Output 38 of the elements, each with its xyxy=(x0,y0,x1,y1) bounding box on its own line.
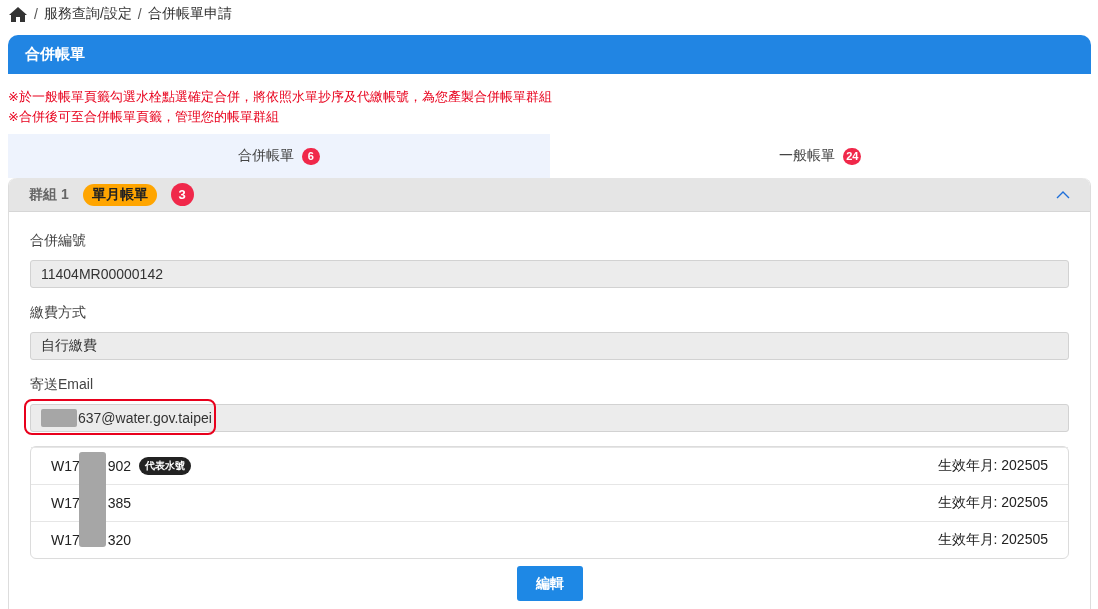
effective-date: 生效年月: 202505 xyxy=(937,457,1048,475)
card-title: 合併帳單 xyxy=(8,35,1091,74)
count-badge: 24 xyxy=(843,147,862,165)
account-number: 902 xyxy=(107,458,132,474)
chevron-up-icon[interactable] xyxy=(1056,190,1070,199)
group-title: 群組 1 xyxy=(29,185,69,204)
tab-label: 合併帳單 xyxy=(237,147,294,165)
count-badge: 6 xyxy=(301,147,320,165)
breadcrumb-separator: / xyxy=(34,6,38,22)
account-number: 385 xyxy=(107,495,132,511)
field-value: 自行繳費 xyxy=(41,337,97,355)
account-number: W17 xyxy=(51,458,80,474)
account-number: 320 xyxy=(107,532,132,548)
breadcrumb-item: 合併帳單申請 xyxy=(147,5,232,23)
field-value: 11404MR00000142 xyxy=(41,266,163,282)
edit-button[interactable]: 編輯 xyxy=(516,566,583,601)
input-field[interactable]: 11404MR00000142 xyxy=(30,260,1069,288)
effective-date: 生效年月: 202505 xyxy=(937,531,1048,549)
representative-tag: 代表水號 xyxy=(139,457,192,475)
breadcrumb-item[interactable]: 服務查詢/設定 xyxy=(43,5,132,23)
account-number: W17 xyxy=(51,532,80,548)
notice-text: ※於一般帳單頁籤勾選水栓點選確定合併，將依照水單抄序及代繳帳號，為您產製合併帳單群組 xyxy=(8,88,553,105)
field-label: 合併編號 xyxy=(30,231,87,250)
billing-tag: 單月帳單 xyxy=(82,183,157,206)
input-field[interactable]: 自行繳費 xyxy=(30,332,1069,360)
tab[interactable]: 合併帳單 6 xyxy=(8,134,550,178)
home-icon[interactable] xyxy=(8,5,28,23)
account-number: W17 xyxy=(51,495,80,511)
field-label: 繳費方式 xyxy=(30,303,87,322)
field-label: 寄送Email xyxy=(30,375,94,394)
field-value: 637@water.gov.taipei xyxy=(78,410,212,426)
notice-text: ※合併後可至合併帳單頁籤，管理您的帳單群組 xyxy=(8,108,280,125)
count-badge: 3 xyxy=(170,183,194,206)
breadcrumb-separator: / xyxy=(137,6,142,22)
tab-label: 一般帳單 xyxy=(779,147,836,165)
effective-date: 生效年月: 202505 xyxy=(937,494,1048,512)
input-field[interactable]: 637@water.gov.taipei xyxy=(30,404,1069,432)
group-header[interactable]: 群組 1 單月帳單 3 xyxy=(9,178,1090,212)
